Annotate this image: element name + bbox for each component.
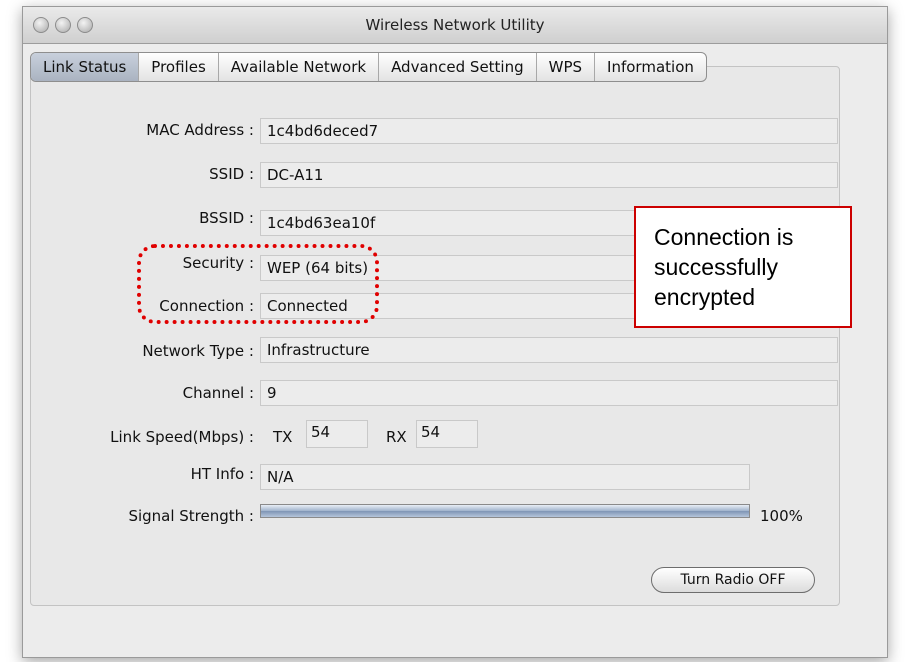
ht-info-value: N/A <box>260 464 750 490</box>
signal-strength-bar <box>260 504 750 518</box>
callout-line-3: encrypted <box>654 284 756 310</box>
tx-value: 54 <box>306 420 368 448</box>
link-status-panel <box>30 66 840 606</box>
link-speed-label: Link Speed(Mbps) : <box>110 428 254 446</box>
tab-link-status[interactable]: Link Status <box>31 53 140 81</box>
rx-label: RX <box>386 428 407 446</box>
window-title: Wireless Network Utility <box>365 16 545 34</box>
signal-strength-fill <box>261 505 749 517</box>
ssid-label: SSID : <box>209 165 254 183</box>
network-type-value: Infrastructure <box>260 337 838 363</box>
signal-strength-label: Signal Strength : <box>128 507 254 525</box>
rx-value: 54 <box>416 420 478 448</box>
callout-line-2: successfully <box>654 254 778 280</box>
connection-label: Connection : <box>159 297 254 315</box>
tab-profiles[interactable]: Profiles <box>139 53 219 81</box>
channel-value: 9 <box>260 380 838 406</box>
callout-line-1: Connection is <box>654 224 794 250</box>
ssid-value: DC-A11 <box>260 162 838 188</box>
tab-advanced-setting[interactable]: Advanced Setting <box>379 53 537 81</box>
tab-available-network[interactable]: Available Network <box>219 53 380 81</box>
bssid-label: BSSID : <box>199 209 254 227</box>
signal-strength-percent: 100% <box>760 507 803 525</box>
ht-info-label: HT Info : <box>190 465 254 483</box>
tab-wps[interactable]: WPS <box>537 53 596 81</box>
turn-radio-off-button[interactable]: Turn Radio OFF <box>651 567 815 593</box>
channel-label: Channel : <box>182 384 254 402</box>
title-bar: Wireless Network Utility <box>23 7 887 44</box>
network-type-label: Network Type : <box>142 342 254 360</box>
tab-information[interactable]: Information <box>595 53 706 81</box>
tab-bar: Link Status Profiles Available Network A… <box>30 52 707 82</box>
tx-label: TX <box>273 428 293 446</box>
mac-address-label: MAC Address : <box>146 121 254 139</box>
encryption-callout: Connection is successfully encrypted <box>634 206 852 328</box>
security-label: Security : <box>182 254 254 272</box>
mac-address-value: 1c4bd6deced7 <box>260 118 838 144</box>
